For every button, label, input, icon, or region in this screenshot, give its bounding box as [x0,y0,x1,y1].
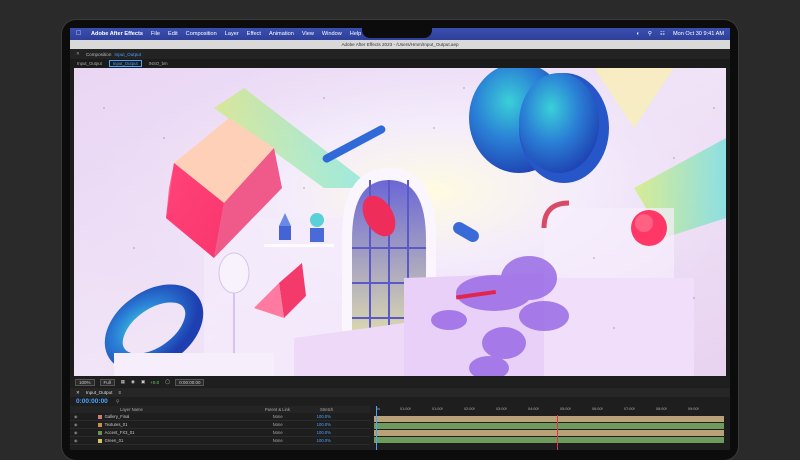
grid-icon[interactable]: ▦ [121,379,125,385]
close-icon[interactable]: ✕ [76,390,80,396]
breadcrumb-item[interactable]: Input_Output [77,61,102,66]
ruler-mark: 06:00f [592,407,603,411]
composition-panel-header: ✕ Composition Input_Output [70,49,730,59]
menu-layer[interactable]: Layer [225,31,239,37]
ruler-mark: 08:00f [656,407,667,411]
layer-name[interactable]: Accent_FX3_01 [105,430,165,435]
playhead[interactable] [376,406,377,450]
time-ruler[interactable]: 0s 01:00f 01:00f 02:00f 03:00f 04:00f 05… [374,406,724,415]
ruler-mark: 07:00f [624,407,635,411]
menu-animation[interactable]: Animation [269,31,294,37]
column-parent: Parent & Link [264,407,290,412]
mask-icon[interactable]: ◉ [131,379,135,385]
ruler-mark: 05:00f [560,407,571,411]
timeline-controls: 0:00:00:00 ⚲ [70,397,730,406]
zoom-select[interactable]: 100% [75,378,95,386]
layer-parent[interactable]: None [273,438,303,443]
layer-track-bar[interactable] [374,437,724,443]
layer-row[interactable]: ◉ Gallery_Final None 100.0% [70,413,370,421]
layer-parent[interactable]: None [273,422,303,427]
layer-color-swatch[interactable] [97,422,102,427]
layer-color-swatch[interactable] [97,414,102,419]
composition-viewer[interactable] [74,68,726,376]
layer-track-bar[interactable] [374,416,724,422]
layer-track-bar[interactable] [374,430,724,436]
layer-stretch[interactable]: 100.0% [317,430,331,435]
viewer-timecode[interactable]: 0:00:00:00 [175,378,205,386]
search-icon[interactable]: ⚲ [116,399,120,405]
layer-row[interactable]: ◉ Green_01 None 100.0% [70,437,370,445]
layer-row[interactable]: ◉ Accent_FX3_01 None 100.0% [70,429,370,437]
timeline-tracks[interactable]: 0s 01:00f 01:00f 02:00f 03:00f 04:00f 05… [374,406,724,450]
ruler-mark: 02:00f [464,407,475,411]
menubar-datetime[interactable]: Mon Oct 30 9:41 AM [673,31,724,37]
eye-icon[interactable]: ◉ [74,438,78,443]
layer-parent[interactable]: None [273,430,303,435]
menu-composition[interactable]: Composition [186,31,217,37]
layer-stretch[interactable]: 100.0% [317,438,331,443]
timeline-panel: ✕ Input_Output ≡ 0:00:00:00 ⚲ Layer Name… [70,388,730,450]
apple-icon[interactable]:  [76,28,84,40]
menu-edit[interactable]: Edit [168,31,178,37]
menu-effect[interactable]: Effect [247,31,261,37]
layer-color-swatch[interactable] [97,430,102,435]
wifi-icon[interactable]: ◐ [636,31,639,37]
composition-prefix: Composition [85,51,112,57]
layer-list-header: Layer Name Parent & Link Stretch [70,406,370,413]
column-stretch: Stretch [319,407,334,412]
camera-notch [362,20,432,38]
composition-name[interactable]: Input_Output [114,52,141,57]
breadcrumb-item-active[interactable]: Input_Output [108,60,142,67]
viewer-toolbar: 100% Full ▦ ◉ ▣ +0.0 ◯ 0:00:00:00 [70,377,730,387]
artwork-canvas [74,68,726,376]
window-titlebar: Adobe After Effects 2023 - /Users/Hmm/In… [70,40,730,49]
menu-window[interactable]: Window [322,31,342,37]
close-icon[interactable]: ✕ [76,51,80,57]
eye-icon[interactable]: ◉ [74,430,78,435]
search-icon[interactable]: ⚲ [648,31,652,37]
composition-breadcrumb: Input_Output Input_Output INSO_bm [70,59,730,68]
timeline-tab[interactable]: ✕ Input_Output ≡ [70,388,730,397]
control-center-icon[interactable]: ☷ [660,31,665,37]
layer-stretch[interactable]: 100.0% [317,414,331,419]
ruler-mark: 03:00f [496,407,507,411]
screen:  Adobe After Effects File Edit Composit… [70,28,730,450]
layer-stretch[interactable]: 100.0% [317,422,331,427]
layer-name[interactable]: Gallery_Final [105,414,165,419]
breadcrumb-item[interactable]: INSO_bm [149,61,168,66]
layer-name[interactable]: Textures_01 [105,422,165,427]
layer-parent[interactable]: None [273,414,303,419]
eye-icon[interactable]: ◉ [74,422,78,427]
camera-icon[interactable]: ▣ [141,379,145,385]
layer-track-bar[interactable] [374,423,724,429]
eye-icon[interactable]: ◉ [74,414,78,419]
layer-color-swatch[interactable] [97,438,102,443]
exposure-value[interactable]: +0.0 [150,380,159,385]
timeline-tab-label: Input_Output [85,390,113,395]
layer-name[interactable]: Green_01 [105,438,165,443]
ruler-mark: 09:00f [688,407,699,411]
ruler-mark: 01:00f [400,407,411,411]
ruler-mark: 01:00f [432,407,443,411]
resolution-select[interactable]: Full [99,378,115,386]
menu-file[interactable]: File [151,31,160,37]
work-area-marker [557,415,558,450]
menu-help[interactable]: Help [350,31,362,37]
layer-list: Layer Name Parent & Link Stretch ◉ Galle… [70,406,370,450]
timeline-timecode[interactable]: 0:00:00:00 [76,398,108,405]
snapshot-icon[interactable]: ◯ [165,379,170,385]
menu-view[interactable]: View [302,31,314,37]
layer-row[interactable]: ◉ Textures_01 None 100.0% [70,421,370,429]
menu-icon[interactable]: ≡ [118,390,121,395]
column-layer-name: Layer Name [120,407,143,412]
ruler-mark: 04:00f [528,407,539,411]
menu-app-name[interactable]: Adobe After Effects [91,31,143,37]
